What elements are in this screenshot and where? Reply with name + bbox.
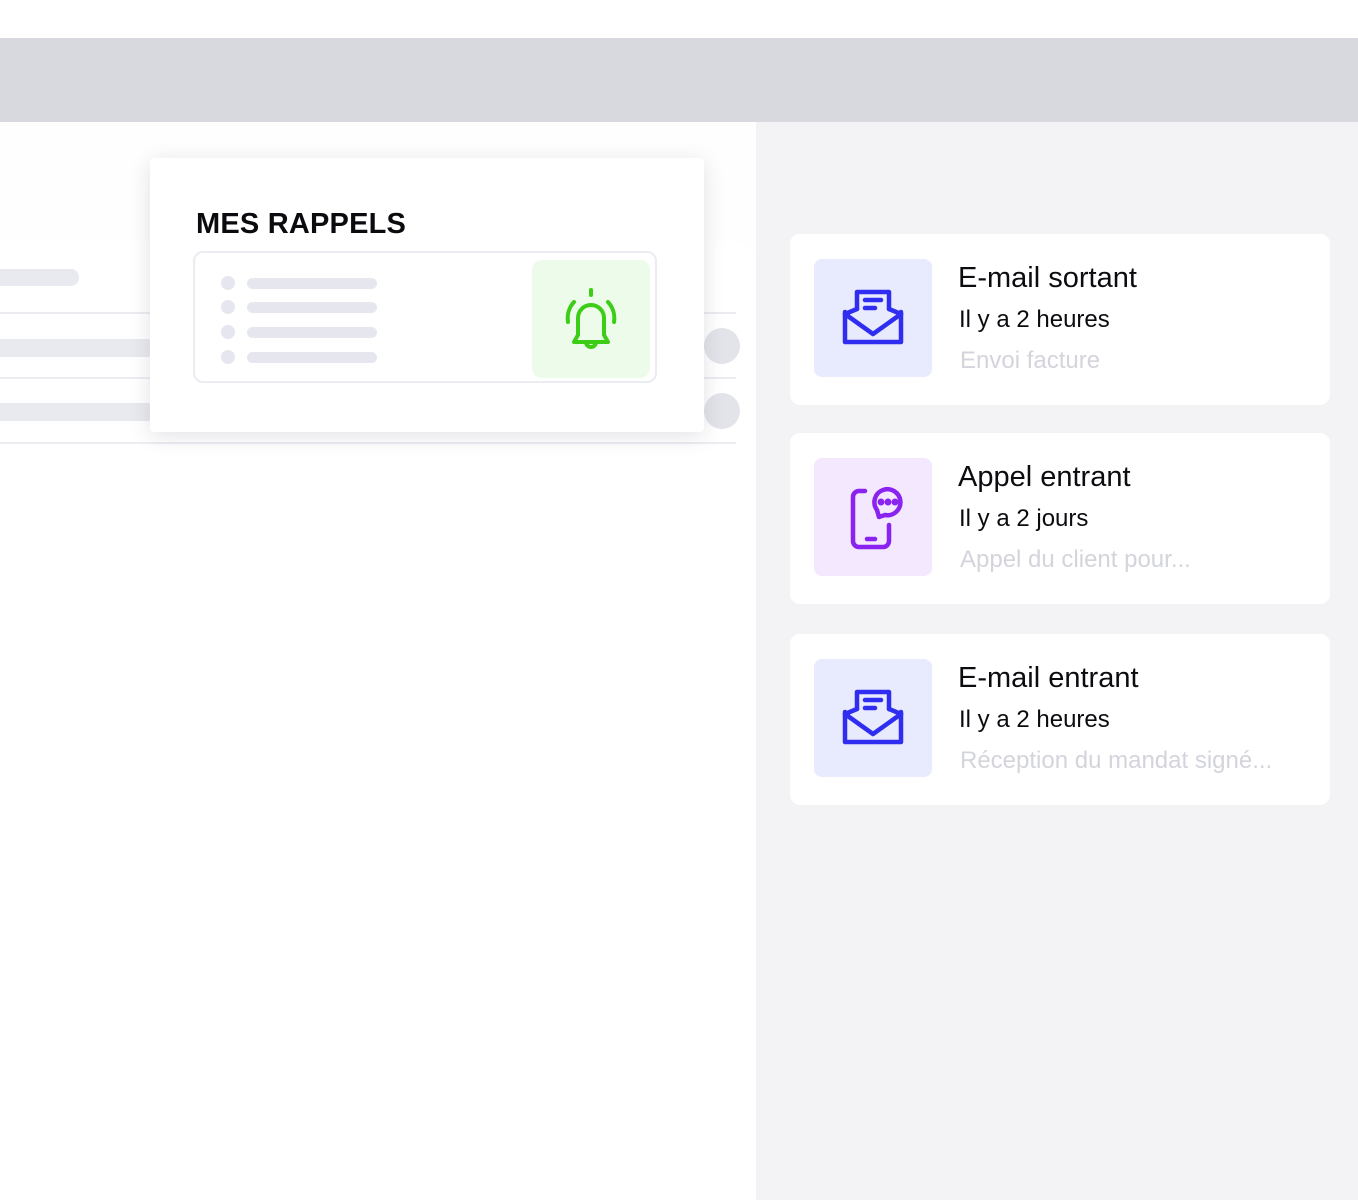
activity-icon-tile — [814, 659, 932, 777]
skeleton-row-text — [0, 403, 155, 421]
list-divider — [0, 442, 736, 444]
skeleton-row-text — [0, 339, 155, 357]
list-bullet — [221, 325, 235, 339]
skeleton-header — [0, 269, 79, 286]
activity-description: Réception du mandat signé... — [960, 747, 1273, 774]
top-bar — [0, 38, 1358, 122]
activity-card-email-incoming[interactable]: E-mail entrant Il y a 2 heures Réception… — [790, 634, 1330, 805]
activity-description: Appel du client pour... — [960, 546, 1191, 573]
envelope-open-icon — [842, 289, 904, 345]
list-bullet — [221, 350, 235, 364]
activity-card-email-outgoing[interactable]: E-mail sortant Il y a 2 heures Envoi fac… — [790, 234, 1330, 405]
activity-icon-tile — [814, 259, 932, 377]
activity-title: E-mail sortant — [958, 262, 1137, 294]
activity-title: E-mail entrant — [958, 662, 1139, 694]
reminders-title: MES RAPPELS — [196, 208, 407, 240]
skeleton-row-avatar — [704, 328, 740, 364]
reminders-popover[interactable]: MES RAPPELS — [150, 158, 704, 432]
activity-card-call-incoming[interactable]: Appel entrant Il y a 2 jours Appel du cl… — [790, 433, 1330, 604]
skeleton-row-avatar — [704, 393, 740, 429]
activity-time: Il y a 2 jours — [959, 505, 1089, 532]
activity-icon-tile — [814, 458, 932, 576]
bell-tile[interactable] — [532, 260, 650, 378]
skeleton-line — [247, 327, 377, 338]
list-bullet — [221, 300, 235, 314]
activity-description: Envoi facture — [960, 347, 1101, 374]
skeleton-line — [247, 278, 377, 289]
list-bullet — [221, 276, 235, 290]
envelope-open-icon — [842, 689, 904, 745]
reminder-item[interactable] — [193, 251, 657, 383]
skeleton-line — [247, 352, 377, 363]
activity-time: Il y a 2 heures — [959, 306, 1110, 333]
phone-chat-icon — [850, 487, 903, 550]
skeleton-line — [247, 302, 377, 313]
activity-time: Il y a 2 heures — [959, 706, 1110, 733]
bell-icon — [565, 288, 617, 349]
activity-title: Appel entrant — [958, 461, 1131, 493]
